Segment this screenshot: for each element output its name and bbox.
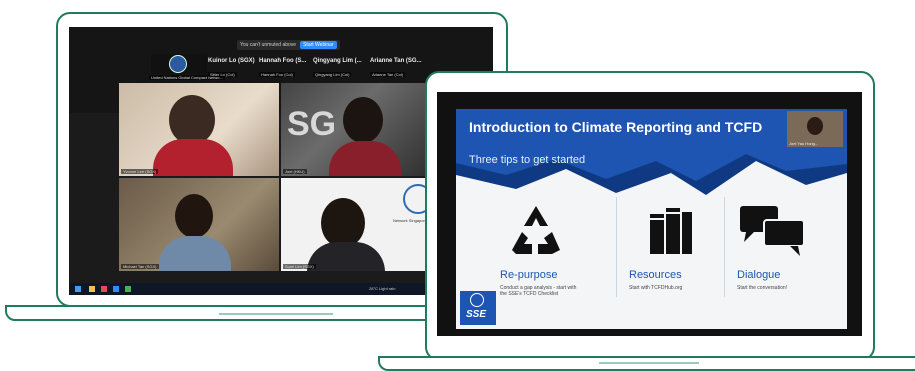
participant-thumb-un-logo[interactable] [151,54,207,74]
sgx-sign: SG [287,105,337,143]
taskbar-weather: 28°C Light rain [369,286,396,291]
un-globe-icon [470,293,484,307]
slide: Introduction to Climate Reporting and TC… [456,109,847,329]
logo-caption: Network Singapore [393,218,428,223]
person-silhouette [343,97,383,143]
participant-name-2: Hannah Foo (S... [259,58,307,64]
participant-sub-3: Qingyang Lim (Col) [313,72,352,77]
start-icon[interactable] [75,286,81,292]
participant-name-3: Qingyang Lim (... [313,58,362,64]
sse-logo: SSE [460,291,496,325]
person-silhouette [169,95,215,145]
slide-subtitle: Three tips to get started [469,154,586,166]
tip-text-3: Start the conversation! [737,285,788,291]
person-silhouette [321,198,365,248]
books-icon [650,208,692,254]
un-globe-icon [169,55,187,73]
participant-name-4: Arianne Tan (SG... [370,58,422,64]
presenter-video[interactable]: Joel Yau Hong... [787,111,843,147]
participant-sub-4: Arianne Tan (Col) [370,72,406,77]
taskbar-app-icon[interactable] [101,286,107,292]
taskbar-weather-text: Light rain [379,286,396,291]
video-tile-name-3: Michael Tan (SGX) [121,264,159,269]
taskbar-app-icon[interactable] [125,286,131,292]
participant-sub-1: Sitter Lo (Col) [208,72,237,77]
slide-divider [616,197,617,297]
video-tile-2[interactable]: SG Joel (HKU) [281,83,441,176]
video-tile-3[interactable]: Michael Tan (SGX) [119,178,279,271]
left-laptop-hinge [219,313,333,315]
video-tile-4[interactable]: Network Singapore Sumi Lim (SGX) [281,178,441,271]
speech-bubbles-icon [740,206,805,256]
video-tile-name-2: Joel (HKU) [283,169,307,174]
tip-heading-1: Re-purpose [500,269,558,281]
person-silhouette [807,117,823,135]
start-webinar-button[interactable]: Start Webinar [300,41,337,49]
presentation-screen: Introduction to Climate Reporting and TC… [437,92,862,336]
taskbar-app-icon[interactable] [89,286,95,292]
person-body [159,236,231,271]
slide-divider [724,197,725,297]
zoom-banner: You can't unmuted above Start Webinar [237,40,340,50]
tip-heading-3: Dialogue [737,269,781,281]
person-body [329,141,401,176]
presenter-caption: Joel Yau Hong... [789,141,819,146]
right-laptop-hinge [599,362,699,364]
tip-heading-2: Resources [629,269,682,281]
video-tile-name-4: Sumi Lim (SGX) [283,264,316,269]
person-body [307,242,385,271]
slide-title: Introduction to Climate Reporting and TC… [469,119,763,135]
participant-name-1: Kuinor Lo (SGX) [208,58,255,64]
video-tile-1[interactable]: Yvonne Lee (SGX) [119,83,279,176]
taskbar-app-icon[interactable] [113,286,119,292]
person-body [153,139,233,176]
participant-sub-2: Hannah Foo (Col) [259,72,295,77]
sse-logo-text: SSE [466,309,487,320]
person-silhouette [175,194,213,238]
zoom-banner-text: You can't unmuted above [240,42,297,48]
tip-text-1: Conduct a gap analysis - start with the … [500,285,577,297]
recycle-icon [512,206,560,254]
video-tile-name-1: Yvonne Lee (SGX) [121,169,159,174]
taskbar-temp: 28°C [369,286,378,291]
tip-text-2: Start with TCFDHub.org [629,285,683,291]
